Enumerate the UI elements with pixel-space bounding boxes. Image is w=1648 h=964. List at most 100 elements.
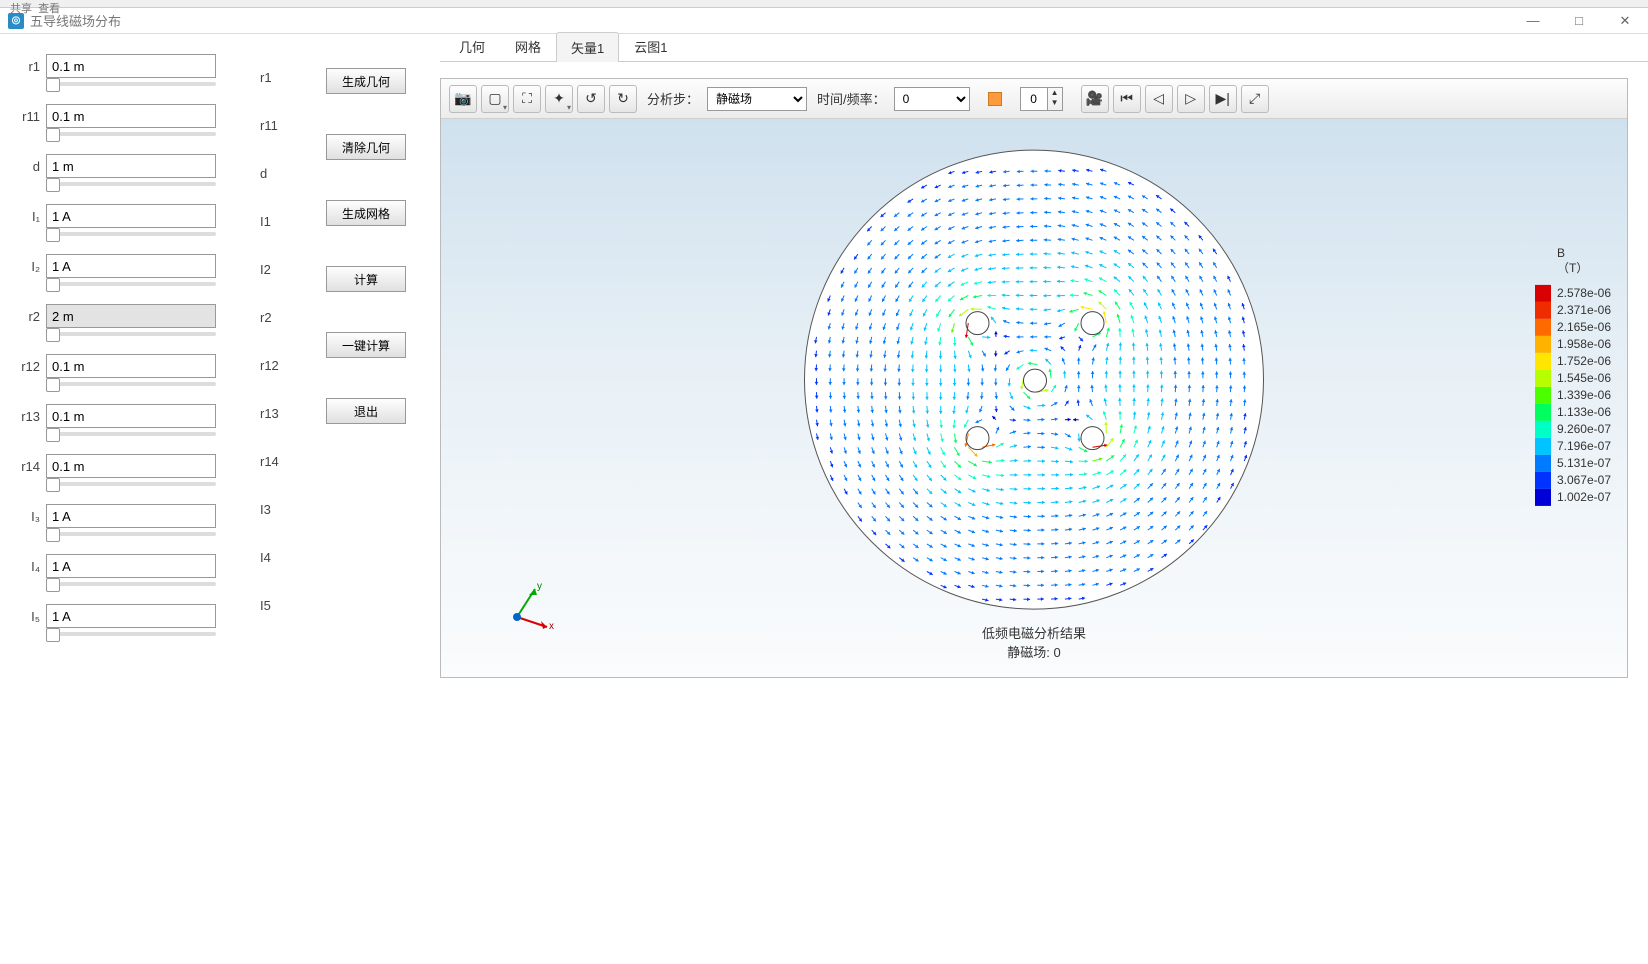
- param-slider-r1[interactable]: [46, 82, 216, 86]
- compute-button[interactable]: 计算: [326, 266, 406, 292]
- param-slider-I2[interactable]: [46, 282, 216, 286]
- axes-icon[interactable]: ✦▾: [545, 85, 573, 113]
- param-input-I3[interactable]: [46, 504, 216, 528]
- close-button[interactable]: ✕: [1602, 8, 1648, 34]
- rotate-left-icon[interactable]: ↺: [577, 85, 605, 113]
- legend-value-4: 1.752e-06: [1557, 354, 1611, 368]
- param-input-r11[interactable]: [46, 104, 216, 128]
- viz-toolbar: 📷 ▢▾ ⛶ ✦▾ ↺ ↻ 分析步： 静磁场 时间/频率： 0: [441, 79, 1627, 119]
- param-input-d[interactable]: [46, 154, 216, 178]
- param-label-I2: I₂: [10, 259, 40, 274]
- clr-geom-button[interactable]: 清除几何: [326, 134, 406, 160]
- tab-cloud1[interactable]: 云图1: [619, 31, 682, 61]
- one-click-button[interactable]: 一键计算: [326, 332, 406, 358]
- maximize-button[interactable]: □: [1556, 8, 1602, 34]
- frame-input[interactable]: [1021, 88, 1047, 110]
- g-label-I4: I4: [260, 550, 300, 565]
- menu-strip: 共享 查看: [0, 0, 1648, 8]
- param-slider-r12[interactable]: [46, 382, 216, 386]
- g-label-r2: r2: [260, 310, 300, 325]
- frame-up[interactable]: ▲: [1048, 88, 1062, 98]
- legend-chip-6: [1535, 387, 1551, 404]
- exit-button[interactable]: 退出: [326, 398, 406, 424]
- color-swatch: [988, 92, 1002, 106]
- legend-value-9: 7.196e-07: [1557, 439, 1611, 453]
- rotate-right-icon[interactable]: ↻: [609, 85, 637, 113]
- prev-frame-icon[interactable]: ◁: [1145, 85, 1173, 113]
- frame-down[interactable]: ▼: [1048, 98, 1062, 108]
- param-label-I5: I₅: [10, 609, 40, 624]
- snapshot-icon[interactable]: 📷: [449, 85, 477, 113]
- param-label-I4: I₄: [10, 559, 40, 574]
- play-icon[interactable]: ▷: [1177, 85, 1205, 113]
- legend-value-0: 2.578e-06: [1557, 286, 1611, 300]
- view-cube-icon[interactable]: ▢▾: [481, 85, 509, 113]
- plot-title: 低频电磁分析结果 静磁场: 0: [982, 623, 1086, 661]
- param-input-r14[interactable]: [46, 454, 216, 478]
- legend-chip-9: [1535, 438, 1551, 455]
- param-input-I5[interactable]: [46, 604, 216, 628]
- param-label-r14: r14: [10, 459, 40, 474]
- param-label-r12: r12: [10, 359, 40, 374]
- legend-value-7: 1.133e-06: [1557, 405, 1611, 419]
- param-input-I2[interactable]: [46, 254, 216, 278]
- param-slider-r14[interactable]: [46, 482, 216, 486]
- legend-chip-12: [1535, 489, 1551, 506]
- g-label-I3: I3: [260, 502, 300, 517]
- legend-value-6: 1.339e-06: [1557, 388, 1611, 402]
- legend-chip-3: [1535, 336, 1551, 353]
- first-frame-icon[interactable]: ⏮: [1113, 85, 1141, 113]
- gen-mesh-button[interactable]: 生成网格: [326, 200, 406, 226]
- step-label: 分析步：: [647, 89, 699, 108]
- legend-value-1: 2.371e-06: [1557, 303, 1611, 317]
- param-slider-r2[interactable]: [46, 332, 216, 336]
- legend-value-10: 5.131e-07: [1557, 456, 1611, 470]
- param-slider-r13[interactable]: [46, 432, 216, 436]
- param-slider-I4[interactable]: [46, 582, 216, 586]
- color-legend: B （T） 2.578e-06 2.371e-06 2.165e-06 1.95…: [1535, 246, 1611, 506]
- param-input-I4[interactable]: [46, 554, 216, 578]
- param-slider-r11[interactable]: [46, 132, 216, 136]
- legend-chip-4: [1535, 353, 1551, 370]
- tab-vec1[interactable]: 矢量1: [556, 32, 619, 62]
- window-title: 五导线磁场分布: [30, 11, 121, 30]
- param-label-d: d: [10, 159, 40, 174]
- time-label: 时间/频率：: [817, 89, 886, 108]
- param-slider-I3[interactable]: [46, 532, 216, 536]
- record-icon[interactable]: 🎥: [1081, 85, 1109, 113]
- axis-triad: x y: [505, 579, 555, 629]
- minimize-button[interactable]: —: [1510, 8, 1556, 34]
- param-input-I1[interactable]: [46, 204, 216, 228]
- fit-view-icon[interactable]: ⛶: [513, 85, 541, 113]
- param-label-r2: r2: [10, 309, 40, 324]
- legend-chip-11: [1535, 472, 1551, 489]
- app-logo: ◎: [8, 13, 24, 29]
- legend-chip-8: [1535, 421, 1551, 438]
- param-label-r11: r11: [10, 109, 40, 124]
- step-select[interactable]: 静磁场: [707, 87, 807, 111]
- frame-spinner[interactable]: ▲▼: [1020, 87, 1063, 111]
- tab-mesh[interactable]: 网格: [500, 31, 556, 61]
- fullscreen-icon[interactable]: ⤢: [1241, 85, 1269, 113]
- g-label-I1: I1: [260, 214, 300, 229]
- next-frame-icon[interactable]: ▶|: [1209, 85, 1237, 113]
- time-select[interactable]: 0: [894, 87, 970, 111]
- legend-chip-5: [1535, 370, 1551, 387]
- param-input-r12[interactable]: [46, 354, 216, 378]
- g-label-I2: I2: [260, 262, 300, 277]
- g-label-r11: r11: [260, 118, 300, 133]
- param-input-r2[interactable]: [46, 304, 216, 328]
- legend-chip-10: [1535, 455, 1551, 472]
- viz-canvas[interactable]: 低频电磁分析结果 静磁场: 0 x y: [441, 119, 1627, 677]
- param-slider-I5[interactable]: [46, 632, 216, 636]
- tabs: 几何网格矢量1云图1: [440, 34, 1648, 62]
- param-input-r13[interactable]: [46, 404, 216, 428]
- gen-geom-button[interactable]: 生成几何: [326, 68, 406, 94]
- legend-value-3: 1.958e-06: [1557, 337, 1611, 351]
- param-slider-I1[interactable]: [46, 232, 216, 236]
- param-slider-d[interactable]: [46, 182, 216, 186]
- param-input-r1[interactable]: [46, 54, 216, 78]
- tab-geom[interactable]: 几何: [444, 31, 500, 61]
- param-label-I3: I₃: [10, 509, 40, 524]
- g-label-d: d: [260, 166, 300, 181]
